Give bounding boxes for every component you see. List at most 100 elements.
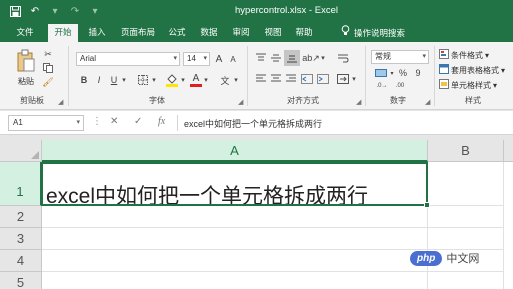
row-header-4[interactable]: 4 — [0, 250, 42, 272]
clipboard-launcher-icon[interactable]: ◢ — [58, 98, 63, 106]
number-format-dropdown[interactable]: 常规 ▾ — [371, 50, 429, 64]
percent-button[interactable]: % — [397, 67, 409, 79]
format-as-table-button[interactable]: 套用表格格式 ▾ — [439, 64, 505, 76]
number-format-value: 常规 — [375, 52, 391, 61]
align-bottom-icon[interactable] — [284, 50, 300, 66]
row-header-3[interactable]: 3 — [0, 228, 42, 250]
comma-style-button[interactable]: 9 — [412, 67, 424, 79]
font-color-button[interactable]: A — [190, 72, 202, 88]
title-bar: ↶ ▾ ↷ ▾ hypercontrol.xlsx - Excel — [0, 0, 513, 22]
bold-button[interactable]: B — [78, 73, 90, 87]
select-all-button[interactable] — [0, 140, 42, 162]
grow-font-button[interactable]: A — [213, 52, 225, 66]
group-separator — [434, 46, 435, 106]
cell-b5[interactable] — [428, 272, 504, 289]
tab-insert[interactable]: 插入 — [84, 24, 110, 42]
formula-input[interactable]: excel中如何把一个单元格拆成两行 — [184, 117, 322, 130]
chevron-down-icon[interactable]: ▾ — [350, 72, 358, 86]
font-name-dropdown[interactable]: Arial ▾ — [76, 52, 180, 66]
font-size-dropdown[interactable]: 14 ▾ — [183, 52, 210, 66]
fill-handle[interactable] — [424, 202, 430, 208]
decrease-decimal-icon[interactable]: .00 — [393, 80, 407, 92]
format-as-table-icon — [439, 64, 449, 76]
underline-button[interactable]: U — [108, 73, 120, 87]
column-header-b[interactable]: B — [428, 140, 504, 162]
insert-function-icon[interactable]: fx — [158, 116, 165, 127]
chevron-down-icon: ▾ — [76, 119, 80, 126]
tab-file[interactable]: 文件 — [12, 24, 38, 42]
format-as-table-label: 套用表格格式 — [451, 65, 499, 75]
chevron-down-icon[interactable]: ▾ — [319, 51, 327, 65]
active-cell-selection — [41, 162, 430, 208]
tab-help[interactable]: 帮助 — [291, 24, 317, 42]
cell-b1[interactable] — [428, 162, 504, 206]
align-right-icon[interactable] — [284, 72, 298, 86]
alignment-launcher-icon[interactable]: ◢ — [356, 98, 361, 106]
select-all-icon — [31, 151, 39, 159]
align-center-icon[interactable] — [269, 72, 283, 86]
formula-divider — [177, 115, 178, 131]
decrease-indent-icon[interactable] — [300, 72, 314, 86]
tell-me-label: 操作说明搜索 — [354, 27, 406, 38]
tab-home[interactable]: 开始 — [48, 24, 78, 42]
chevron-down-icon[interactable]: ▾ — [389, 67, 395, 79]
chevron-down-icon: ▾ — [485, 50, 490, 60]
cancel-icon[interactable]: ✕ — [110, 116, 118, 127]
row-header-2[interactable]: 2 — [0, 206, 42, 228]
align-left-icon[interactable] — [254, 72, 268, 86]
cell-styles-label: 单元格样式 — [451, 80, 491, 90]
column-header-a[interactable]: A — [42, 140, 428, 162]
chevron-down-icon: ▾ — [422, 53, 426, 60]
accounting-format-icon[interactable] — [373, 67, 389, 79]
increase-indent-icon[interactable] — [316, 72, 330, 86]
conditional-formatting-label: 条件格式 — [451, 50, 483, 60]
cell-b2[interactable] — [428, 206, 504, 228]
tab-review[interactable]: 审阅 — [228, 24, 254, 42]
align-middle-icon[interactable] — [269, 51, 283, 65]
row-header-1[interactable]: 1 — [0, 162, 42, 206]
font-launcher-icon[interactable]: ◢ — [238, 98, 243, 106]
column-header-c[interactable] — [504, 140, 513, 162]
orientation-icon[interactable]: ab↗ — [302, 51, 320, 65]
align-top-icon[interactable] — [254, 51, 268, 65]
ribbon-home: 粘贴 ✂ 🖌 剪贴板 ◢ Arial ▾ 14 ▾ A A B I U ▾ ▾ ▾ … — [0, 42, 513, 110]
borders-icon[interactable] — [136, 73, 150, 87]
chevron-down-icon[interactable]: ▾ — [150, 73, 158, 87]
number-launcher-icon[interactable]: ◢ — [425, 98, 430, 106]
name-box[interactable]: A1 ▾ — [8, 115, 84, 131]
conditional-formatting-button[interactable]: 条件格式 ▾ — [439, 49, 489, 61]
copy-icon[interactable] — [42, 62, 54, 74]
paste-label[interactable]: 粘贴 — [14, 76, 38, 87]
cell-styles-button[interactable]: 单元格样式 ▾ — [439, 79, 497, 91]
phonetic-guide-button[interactable]: 文 — [219, 73, 231, 87]
tell-me-search[interactable]: 操作说明搜索 — [341, 24, 405, 42]
lightbulb-icon — [341, 24, 350, 42]
row-header-5[interactable]: 5 — [0, 272, 42, 289]
format-painter-icon[interactable]: 🖌 — [42, 76, 54, 88]
cell-a3[interactable] — [42, 228, 428, 250]
chevron-down-icon[interactable]: ▾ — [179, 73, 187, 87]
cut-icon[interactable]: ✂ — [42, 48, 54, 60]
cell-a4[interactable] — [42, 250, 428, 272]
tab-formulas[interactable]: 公式 — [164, 24, 190, 42]
italic-button[interactable]: I — [93, 73, 105, 87]
formula-bar: A1 ▾ ⋮ ✕ ✓ fx excel中如何把一个单元格拆成两行 — [0, 111, 513, 135]
fill-color-icon[interactable] — [165, 72, 179, 88]
cell-a5[interactable] — [42, 272, 428, 289]
tab-data[interactable]: 数据 — [196, 24, 222, 42]
tab-view[interactable]: 视图 — [260, 24, 286, 42]
paste-icon[interactable] — [14, 48, 38, 74]
chevron-down-icon[interactable]: ▾ — [120, 73, 128, 87]
tab-page-layout[interactable]: 页面布局 — [117, 24, 159, 42]
shrink-font-button[interactable]: A — [227, 52, 239, 66]
chevron-down-icon: ▾ — [173, 55, 177, 62]
chevron-down-icon[interactable]: ▾ — [232, 73, 240, 87]
group-number-label: 数字 — [390, 96, 406, 105]
wrap-text-icon[interactable] — [336, 51, 350, 65]
merge-center-icon[interactable] — [336, 72, 350, 86]
chevron-down-icon[interactable]: ▾ — [202, 73, 210, 87]
increase-decimal-icon[interactable]: .0→ — [375, 80, 389, 92]
enter-icon[interactable]: ✓ — [134, 116, 142, 127]
chevron-down-icon: ▾ — [501, 65, 506, 75]
watermark-site: 中文网 — [446, 253, 480, 265]
